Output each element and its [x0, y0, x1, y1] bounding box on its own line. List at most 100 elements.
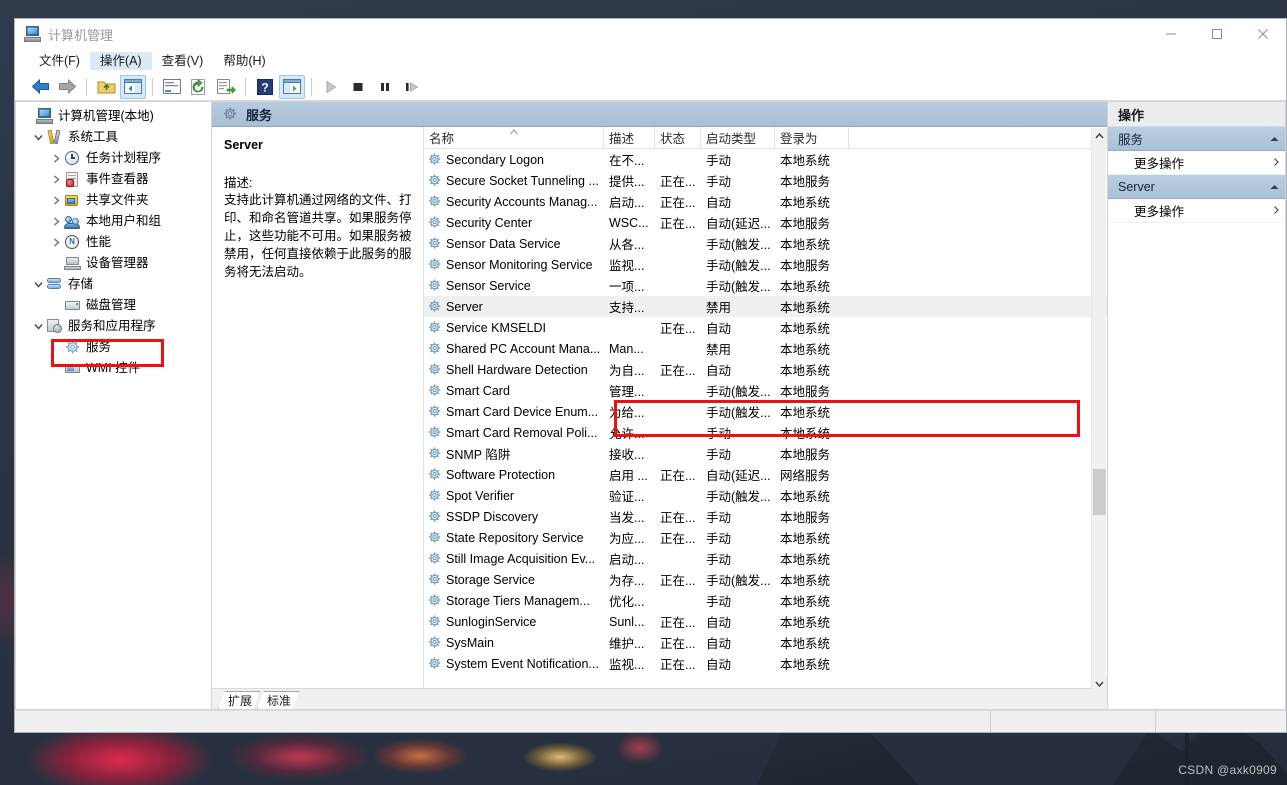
table-row[interactable]: Security Accounts Manag... 启动... 正在... 自动 本地…: [424, 191, 1107, 212]
cell-startup-type: 手动(触发...: [706, 238, 771, 252]
tree-item-task-scheduler[interactable]: 任务计划程序: [16, 148, 211, 169]
chevron-down-icon[interactable]: [1091, 676, 1107, 692]
table-row[interactable]: Sensor Data Service 从各... 手动(触发... 本地系统: [424, 233, 1107, 254]
cell-description: 在不...: [609, 154, 645, 168]
service-gear-icon: [427, 614, 443, 629]
table-row[interactable]: Smart Card 管理... 手动(触发... 本地服务: [424, 380, 1107, 401]
table-row[interactable]: Service KMSELDI 正在... 自动 本地系统: [424, 317, 1107, 338]
table-row[interactable]: Shared PC Account Mana... Man... 禁用 本地系统: [424, 338, 1107, 359]
cell-status: [655, 296, 701, 317]
table-row[interactable]: SNMP 陷阱 接收... 手动 本地服务: [424, 443, 1107, 464]
action-more-actions-services[interactable]: 更多操作: [1108, 151, 1285, 175]
table-row[interactable]: SSDP Discovery 当发... 正在... 手动 本地服务: [424, 506, 1107, 527]
table-row[interactable]: Sensor Monitoring Service 监视... 手动(触发... 本地…: [424, 254, 1107, 275]
pause-service-icon[interactable]: [372, 75, 398, 99]
table-row[interactable]: Smart Card Device Enum... 为给... 手动(触发... 本地…: [424, 401, 1107, 422]
scrollbar-thumb[interactable]: [1092, 469, 1106, 515]
tree-item-system-tools[interactable]: 系统工具: [16, 127, 211, 148]
table-row[interactable]: Storage Service 为存... 正在... 手动(触发... 本地系统: [424, 569, 1107, 590]
cell-name: Secondary Logon: [424, 149, 604, 170]
minimize-icon[interactable]: [1148, 19, 1194, 49]
tree-item-disk-management[interactable]: 磁盘管理: [16, 295, 211, 316]
show-hide-tree-icon[interactable]: [120, 74, 146, 99]
console-tree-pane[interactable]: 计算机管理(本地) 系统工具 任务计划程序 事件查看器 共享文件夹 本地用户和组…: [15, 101, 211, 710]
listview-scrollbar[interactable]: [1091, 128, 1107, 692]
actions-group-header-services[interactable]: 服务: [1108, 127, 1285, 151]
chevron-down-icon[interactable]: [30, 127, 46, 148]
tree-item-computer-management[interactable]: 计算机管理(本地): [16, 106, 211, 127]
chevron-right-icon[interactable]: [48, 148, 64, 169]
menu-view[interactable]: 查看(V): [152, 52, 214, 71]
service-gear-icon: [427, 404, 443, 419]
tree-item-shared-folders[interactable]: 共享文件夹: [16, 190, 211, 211]
column-header-logon-as[interactable]: 登录为: [775, 127, 849, 148]
table-row[interactable]: SunloginService Sunl... 正在... 自动 本地系统: [424, 611, 1107, 632]
refresh-icon[interactable]: [186, 75, 212, 99]
cell-logon-as: 本地系统: [780, 490, 831, 504]
tree-item-wmi-control[interactable]: WMI 控件: [16, 358, 211, 379]
show-action-pane-icon[interactable]: [279, 74, 305, 99]
table-row[interactable]: Spot Verifier 验证... 手动(触发... 本地系统: [424, 485, 1107, 506]
table-row[interactable]: Secondary Logon 在不... 手动 本地系统: [424, 149, 1107, 170]
menu-help[interactable]: 帮助(H): [213, 52, 275, 71]
restart-service-icon[interactable]: [399, 75, 425, 99]
scrollbar-track[interactable]: [1092, 144, 1107, 676]
table-row[interactable]: Security Center WSC... 正在... 自动(延迟... 本地服务: [424, 212, 1107, 233]
column-header-status[interactable]: 状态: [655, 127, 701, 148]
tree-item-performance[interactable]: N 性能: [16, 232, 211, 253]
table-row[interactable]: Storage Tiers Managem... 优化... 手动 本地系统: [424, 590, 1107, 611]
menu-file[interactable]: 文件(F): [29, 52, 90, 71]
table-row[interactable]: Shell Hardware Detection 为自... 正在... 自动 本地系统: [424, 359, 1107, 380]
device-manager-icon: [64, 255, 82, 272]
help-icon[interactable]: ?: [252, 75, 278, 99]
close-icon[interactable]: [1240, 19, 1286, 49]
start-service-icon[interactable]: [318, 75, 344, 99]
listview-rows[interactable]: Secondary Logon 在不... 手动 本地系统 Secure Socket …: [424, 149, 1107, 688]
chevron-up-icon[interactable]: [1091, 128, 1107, 144]
chevron-right-icon[interactable]: [48, 169, 64, 190]
tree-item-storage[interactable]: 存储: [16, 274, 211, 295]
chevron-right-icon[interactable]: [48, 211, 64, 232]
stop-service-icon[interactable]: [345, 75, 371, 99]
table-row[interactable]: Smart Card Removal Poli... 允许... 手动 本地系统: [424, 422, 1107, 443]
action-more-actions-server[interactable]: 更多操作: [1108, 199, 1285, 223]
chevron-down-icon[interactable]: [30, 274, 46, 295]
column-header-startup-type[interactable]: 启动类型: [701, 127, 775, 148]
column-header-name[interactable]: 名称: [424, 127, 604, 148]
chevron-right-icon[interactable]: [48, 190, 64, 211]
table-row[interactable]: Still Image Acquisition Ev... 启动... 手动 本地系统: [424, 548, 1107, 569]
tab-extended[interactable]: 扩展: [218, 691, 260, 709]
table-row[interactable]: Server 支持... 禁用 本地系统: [424, 296, 1107, 317]
cell-status: [655, 422, 701, 443]
collapse-triangle-icon[interactable]: [1270, 182, 1279, 192]
tab-standard[interactable]: 标准: [257, 691, 299, 709]
table-row[interactable]: Software Protection 启用 ... 正在... 自动(延迟... 网络…: [424, 464, 1107, 485]
cell-logon-as: 本地服务: [780, 511, 831, 525]
tree-item-local-users-groups[interactable]: 本地用户和组: [16, 211, 211, 232]
cell-startup-type: 禁用: [706, 301, 732, 315]
column-header-description[interactable]: 描述: [604, 127, 655, 148]
properties-icon[interactable]: [159, 75, 185, 99]
actions-group-header-server[interactable]: Server: [1108, 175, 1285, 199]
export-list-icon[interactable]: [213, 75, 239, 99]
maximize-icon[interactable]: [1194, 19, 1240, 49]
chevron-down-icon[interactable]: [30, 316, 46, 337]
tree-item-services[interactable]: 服务: [16, 337, 211, 358]
forward-icon[interactable]: [54, 75, 80, 99]
collapse-triangle-icon[interactable]: [1270, 134, 1279, 144]
table-row[interactable]: State Repository Service 为应... 正在... 手动 本地系统: [424, 527, 1107, 548]
tree-item-event-viewer[interactable]: 事件查看器: [16, 169, 211, 190]
back-icon[interactable]: [27, 75, 53, 99]
table-row[interactable]: System Event Notification... 监视... 正在... 自动…: [424, 653, 1107, 674]
cell-description: 管理...: [609, 385, 645, 399]
tree-item-services-and-applications[interactable]: 服务和应用程序: [16, 316, 211, 337]
table-row[interactable]: Secure Socket Tunneling ... 提供... 正在... 手动 本…: [424, 170, 1107, 191]
tree-item-device-manager[interactable]: 设备管理器: [16, 253, 211, 274]
cell-status: 正在...: [660, 658, 696, 672]
chevron-right-icon[interactable]: [48, 232, 64, 253]
table-row[interactable]: Sensor Service 一项... 手动(触发... 本地系统: [424, 275, 1107, 296]
table-row[interactable]: SysMain 维护... 正在... 自动 本地系统: [424, 632, 1107, 653]
up-folder-icon[interactable]: [93, 75, 119, 99]
menu-action[interactable]: 操作(A): [89, 51, 152, 71]
